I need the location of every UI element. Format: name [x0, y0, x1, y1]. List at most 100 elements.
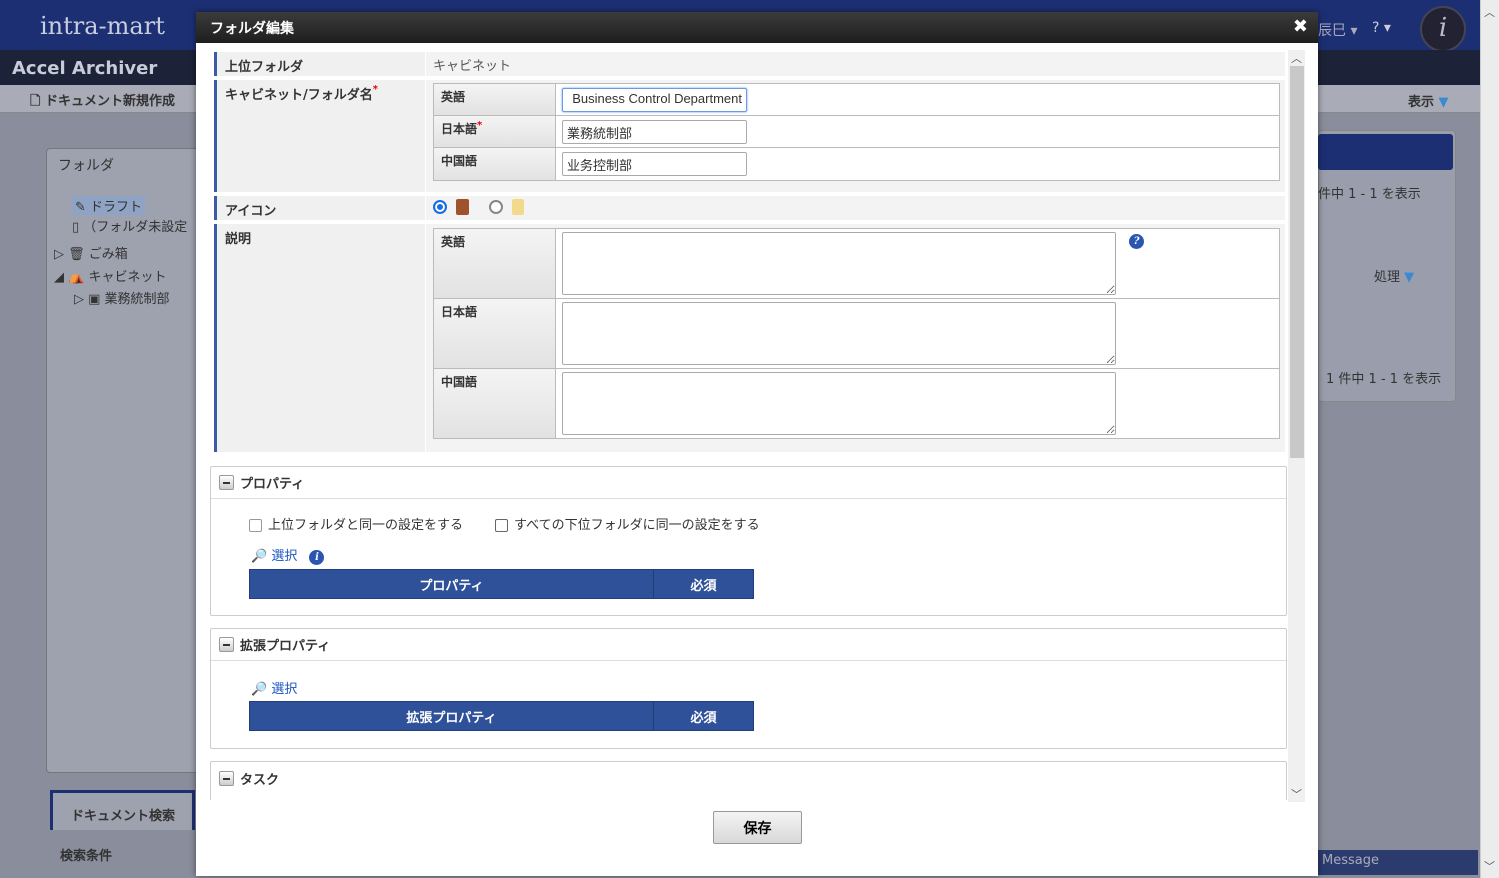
description-table: 英語? 日本語 中国語 [433, 228, 1280, 439]
tree-label: 業務統制部 [104, 292, 170, 307]
desc-zh-textarea[interactable] [562, 372, 1116, 435]
new-document-icon: 🗋 [30, 94, 41, 109]
select-link[interactable]: 選択 [271, 549, 297, 564]
user-name: 辰巳 [1318, 23, 1346, 39]
checkbox-icon [495, 519, 508, 532]
section-title: タスク [240, 772, 280, 788]
new-document-button[interactable]: 🗋 ドキュメント新規作成 [30, 90, 175, 114]
dialog-title-bar: フォルダ編集 [196, 12, 1318, 43]
parent-folder-label: 上位フォルダ [214, 52, 425, 76]
collapse-icon[interactable] [219, 637, 234, 652]
ext-property-section: 拡張プロパティ 🔎 選択 拡張プロパティ 必須 [210, 628, 1287, 749]
help-menu[interactable]: ? ▾ [1372, 20, 1391, 36]
folder-panel [46, 148, 206, 773]
section-title: プロパティ [240, 477, 305, 492]
required-mark: * [372, 84, 378, 95]
icon-cabinet-radio[interactable] [433, 200, 447, 214]
document-search-tab[interactable]: ドキュメント検索 [50, 790, 195, 830]
collapse-icon[interactable] [219, 475, 234, 490]
tree-label: （フォルダ未設定 [83, 220, 188, 235]
message-bar: Message [1318, 850, 1478, 875]
tree-item-unset[interactable]: ▯ （フォルダ未設定 [72, 216, 187, 235]
help-icon[interactable]: ? [1129, 234, 1144, 249]
tree-label: キャビネット [88, 270, 167, 285]
column-header-ext-property: 拡張プロパティ [250, 702, 654, 730]
section-title: 拡張プロパティ [240, 639, 331, 654]
desc-ja-textarea[interactable] [562, 302, 1116, 365]
task-section-header: タスク [211, 762, 1286, 794]
dialog-body: 上位フォルダ キャビネット キャビネット/フォルダ名* 英語 Business C… [196, 45, 1306, 800]
intra-mart-logo: intra-mart [40, 12, 165, 40]
scroll-down-icon[interactable]: ﹀ [1481, 858, 1498, 874]
icon-folder-radio[interactable] [489, 200, 504, 214]
folder-panel-title: フォルダ [58, 158, 114, 174]
desc-row-en: 英語? [434, 229, 1279, 299]
save-button[interactable]: 保存 [713, 811, 802, 844]
property-section-header: プロパティ [211, 467, 1286, 499]
lang-label: 中国語 [434, 148, 556, 180]
process-menu[interactable]: 処理 ▼ [1374, 266, 1414, 285]
column-header-property: プロパティ [250, 570, 654, 598]
app-name: Accel Archiver [12, 58, 158, 79]
ext-property-select: 🔎 選択 [251, 678, 297, 697]
scroll-up-icon[interactable]: ︿ [1481, 4, 1498, 20]
result-count: 1 件中 1 - 1 を表示 [1326, 372, 1442, 387]
info-icon[interactable]: i [309, 550, 325, 565]
name-row-zh: 中国語 业务控制部 [434, 148, 1279, 180]
desc-en-textarea[interactable] [562, 232, 1116, 295]
property-table-header: プロパティ 必須 [249, 569, 754, 599]
task-section: タスク [210, 761, 1287, 800]
parent-folder-value: キャビネット [426, 52, 1285, 76]
collapse-icon[interactable] [219, 770, 234, 786]
list-header-bar [1318, 134, 1453, 170]
cabinet-icon [456, 199, 470, 215]
search-icon: 🔎 [251, 682, 268, 697]
search-icon: 🔎 [251, 549, 268, 564]
checkbox-icon [249, 519, 262, 532]
view-menu[interactable]: 表示 ▼ [1408, 91, 1449, 110]
close-icon[interactable]: ✖ [1293, 16, 1308, 37]
name-zh-input[interactable]: 业务控制部 [562, 152, 747, 176]
name-en-input[interactable]: Business Control Department [562, 88, 747, 112]
description-label: 説明 [214, 224, 425, 452]
scroll-down-icon[interactable]: ﹀ [1288, 786, 1305, 802]
new-document-label: ドキュメント新規作成 [44, 94, 175, 109]
scrollbar-thumb[interactable] [1290, 66, 1304, 458]
lang-label-text: 日本語 [441, 122, 478, 136]
property-select: 🔎 選択 i [251, 545, 325, 565]
checkbox-label: 上位フォルダと同一の設定をする [268, 518, 464, 533]
ext-property-section-header: 拡張プロパティ [211, 629, 1286, 661]
name-row-en: 英語 Business Control Department [434, 84, 1279, 116]
select-link[interactable]: 選択 [271, 682, 297, 697]
tree-label: ドラフト [90, 200, 143, 215]
tree-item-draft[interactable]: ✎ ドラフト [72, 196, 146, 215]
tree-item-cabinet[interactable]: ◢ ⛺ キャビネット [54, 266, 166, 285]
name-ja-input[interactable]: 業務統制部 [562, 120, 747, 144]
column-header-required: 必須 [690, 710, 717, 726]
required-mark: * [477, 120, 483, 131]
checkbox-label: すべての下位フォルダに同一の設定をする [514, 518, 760, 533]
chevron-down-icon: ▼ [1438, 95, 1449, 110]
icon-label: アイコン [214, 196, 425, 220]
folder-edit-dialog: フォルダ編集 ✖ 上位フォルダ キャビネット キャビネット/フォルダ名* 英語 B… [196, 12, 1318, 876]
result-count: 件中 1 - 1 を表示 [1318, 187, 1421, 202]
chevron-down-icon: ▼ [1404, 270, 1415, 285]
tree-label: ごみ箱 [88, 247, 128, 262]
icon-options [426, 196, 1285, 220]
user-menu[interactable]: 辰巳 ▾ [1318, 20, 1357, 40]
desc-row-zh: 中国語 [434, 369, 1279, 438]
page-scrollbar[interactable]: ︿ ﹀ [1480, 0, 1499, 878]
name-label: キャビネット/フォルダ名* [214, 80, 425, 192]
column-header-required: 必須 [690, 578, 717, 594]
scroll-up-icon[interactable]: ︿ [1288, 50, 1305, 66]
apply-children-checkbox[interactable]: すべての下位フォルダに同一の設定をする [495, 514, 760, 533]
same-as-parent-checkbox[interactable]: 上位フォルダと同一の設定をする [249, 514, 463, 533]
brand-icon: i [1420, 6, 1466, 52]
tree-item-trash[interactable]: ▷ 🗑 ごみ箱 [54, 243, 128, 262]
tree-item-business-control[interactable]: ▷ ▣ 業務統制部 [74, 288, 170, 307]
lang-label: 中国語 [434, 369, 556, 438]
lang-label: 英語 [434, 229, 556, 298]
search-conditions-label: 検索条件 [60, 849, 113, 864]
process-label: 処理 [1374, 270, 1401, 285]
desc-row-ja: 日本語 [434, 299, 1279, 369]
